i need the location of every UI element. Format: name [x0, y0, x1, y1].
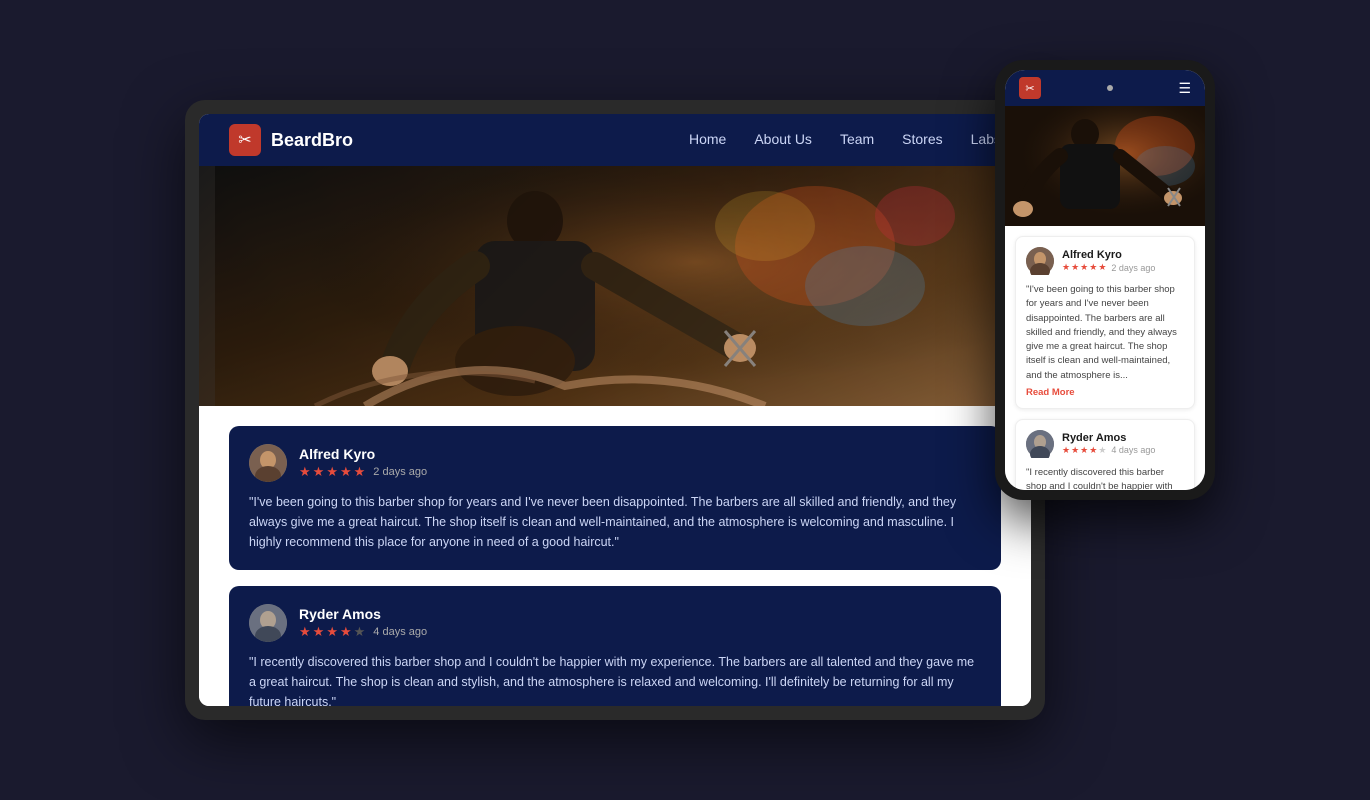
tablet-navbar: ✂ BeardBro Home About Us Team Stores Lab… [199, 114, 1031, 166]
phone-reviewer-1-name: Alfred Kyro [1062, 249, 1184, 261]
phone-reviewer-2-name: Ryder Amos [1062, 432, 1184, 444]
phone-navbar: ✂ ☰ [1005, 70, 1205, 106]
hero-barber-svg [199, 166, 1031, 406]
star-4: ★ [340, 464, 352, 480]
nav-item-stores[interactable]: Stores [902, 131, 942, 149]
tablet-review-2-header: Ryder Amos ★ ★ ★ ★ ★ 4 days ago [249, 604, 981, 642]
p-star-1: ★ [1062, 445, 1070, 456]
phone-hero-svg [1005, 106, 1205, 226]
phone-reviewer-1-info: Alfred Kyro ★ ★ ★ ★ ★ 2 days ago [1062, 249, 1184, 273]
star-1: ★ [299, 464, 311, 480]
tablet-hero-image [199, 166, 1031, 406]
phone-reviewer-2-info: Ryder Amos ★ ★ ★ ★ ★ 4 days ago [1062, 432, 1184, 456]
tablet-review-1: Alfred Kyro ★ ★ ★ ★ ★ 2 days ago [229, 426, 1001, 570]
scene: ✂ BeardBro Home About Us Team Stores Lab… [135, 40, 1235, 760]
star-2: ★ [313, 624, 325, 640]
tablet-reviewer-2-avatar [249, 604, 287, 642]
phone-device: ✂ ☰ [995, 60, 1215, 500]
nav-link-home[interactable]: Home [689, 131, 726, 147]
hero-background [199, 166, 1031, 406]
tablet-reviewer-1-name: Alfred Kyro [299, 446, 981, 462]
tablet-logo: ✂ BeardBro [229, 124, 353, 156]
tablet-reviewer-2-stars: ★ ★ ★ ★ ★ [299, 624, 365, 640]
nav-link-about[interactable]: About Us [754, 131, 812, 147]
star-1: ★ [299, 624, 311, 640]
phone-review-2-header: Ryder Amos ★ ★ ★ ★ ★ 4 days ago [1026, 430, 1184, 458]
phone-reviewer-1-meta: ★ ★ ★ ★ ★ 2 days ago [1062, 262, 1184, 273]
nav-link-stores[interactable]: Stores [902, 131, 942, 147]
tablet-reviewer-1-date: 2 days ago [373, 466, 427, 478]
p-star-5: ★ [1098, 445, 1106, 456]
star-5: ★ [354, 624, 366, 640]
tablet-screen: ✂ BeardBro Home About Us Team Stores Lab… [199, 114, 1031, 706]
phone-review-1-text: "I've been going to this barber shop for… [1026, 283, 1184, 383]
phone-review-1: Alfred Kyro ★ ★ ★ ★ ★ 2 days ago [1015, 236, 1195, 409]
p-star-3: ★ [1080, 445, 1088, 456]
nav-item-home[interactable]: Home [689, 131, 726, 149]
star-4: ★ [340, 624, 352, 640]
phone-reviewer-1-date: 2 days ago [1111, 263, 1155, 273]
phone-logo-icon: ✂ [1019, 77, 1041, 99]
nav-item-team[interactable]: Team [840, 131, 874, 149]
phone-reviewer-2-avatar [1026, 430, 1054, 458]
phone-screen: ✂ ☰ [1005, 70, 1205, 490]
phone-review-1-read-more[interactable]: Read More [1026, 387, 1184, 398]
star-2: ★ [313, 464, 325, 480]
tablet-review-1-text: "I've been going to this barber shop for… [249, 492, 981, 552]
p-star-2: ★ [1071, 262, 1079, 273]
p-star-2: ★ [1071, 445, 1079, 456]
tablet-reviewer-1-meta: ★ ★ ★ ★ ★ 2 days ago [299, 464, 981, 480]
tablet-nav-links: Home About Us Team Stores Labs [689, 131, 1001, 149]
phone-hero-image [1005, 106, 1205, 226]
nav-item-about[interactable]: About Us [754, 131, 812, 149]
logo-icon: ✂ [229, 124, 261, 156]
star-3: ★ [326, 464, 338, 480]
phone-status-dot [1107, 85, 1113, 91]
phone-reviewer-1-avatar [1026, 247, 1054, 275]
phone-reviewer-2-date: 4 days ago [1111, 445, 1155, 455]
tablet-reviewer-1-stars: ★ ★ ★ ★ ★ [299, 464, 365, 480]
tablet-review-2-text: "I recently discovered this barber shop … [249, 652, 981, 706]
phone-review-2-text: "I recently discovered this barber shop … [1026, 466, 1184, 490]
tablet-device: ✂ BeardBro Home About Us Team Stores Lab… [185, 100, 1045, 720]
phone-reviewer-2-meta: ★ ★ ★ ★ ★ 4 days ago [1062, 445, 1184, 456]
tablet-reviews-section: Alfred Kyro ★ ★ ★ ★ ★ 2 days ago [199, 406, 1031, 706]
hamburger-menu-icon[interactable]: ☰ [1178, 80, 1191, 97]
tablet-reviewer-2-date: 4 days ago [373, 626, 427, 638]
tablet-reviewer-2-info: Ryder Amos ★ ★ ★ ★ ★ 4 days ago [299, 606, 981, 640]
p-star-5: ★ [1098, 262, 1106, 273]
phone-review-1-header: Alfred Kyro ★ ★ ★ ★ ★ 2 days ago [1026, 247, 1184, 275]
tablet-reviewer-1-avatar [249, 444, 287, 482]
phone-reviewer-2-stars: ★ ★ ★ ★ ★ [1062, 445, 1106, 456]
phone-reviews-section: Alfred Kyro ★ ★ ★ ★ ★ 2 days ago [1005, 226, 1205, 490]
star-3: ★ [326, 624, 338, 640]
star-5: ★ [354, 464, 366, 480]
tablet-review-1-header: Alfred Kyro ★ ★ ★ ★ ★ 2 days ago [249, 444, 981, 482]
logo-text: BeardBro [271, 130, 353, 151]
p-star-3: ★ [1080, 262, 1088, 273]
tablet-reviewer-2-meta: ★ ★ ★ ★ ★ 4 days ago [299, 624, 981, 640]
p-star-4: ★ [1089, 262, 1097, 273]
p-star-4: ★ [1089, 445, 1097, 456]
tablet-review-2: Ryder Amos ★ ★ ★ ★ ★ 4 days ago [229, 586, 1001, 706]
phone-reviewer-1-stars: ★ ★ ★ ★ ★ [1062, 262, 1106, 273]
tablet-reviewer-1-info: Alfred Kyro ★ ★ ★ ★ ★ 2 days ago [299, 446, 981, 480]
p-star-1: ★ [1062, 262, 1070, 273]
nav-link-team[interactable]: Team [840, 131, 874, 147]
phone-review-2: Ryder Amos ★ ★ ★ ★ ★ 4 days ago [1015, 419, 1195, 490]
tablet-reviewer-2-name: Ryder Amos [299, 606, 981, 622]
